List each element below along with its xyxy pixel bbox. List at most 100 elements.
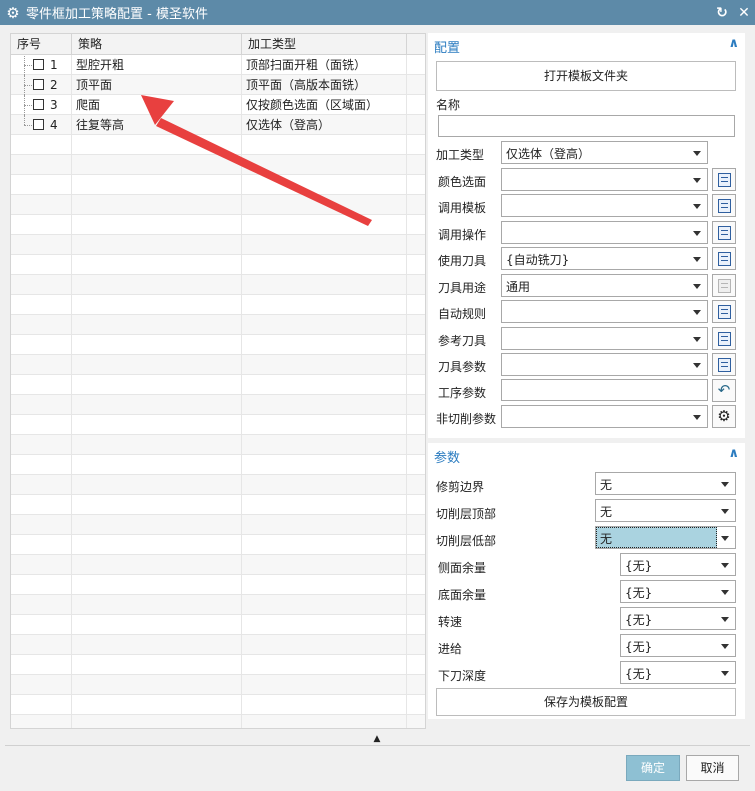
row-checkbox[interactable] [33, 119, 44, 130]
pick-arrow-icon: ↶ [717, 381, 731, 399]
list-button[interactable] [712, 194, 736, 217]
config-section-title: 配置 [434, 41, 461, 56]
operation-parameter-input[interactable] [501, 379, 708, 401]
close-icon[interactable]: ✕ [733, 5, 755, 21]
machining-type-select[interactable]: 仅选体（登高） [501, 141, 708, 164]
pick-button[interactable]: ↶ [712, 379, 736, 402]
empty-row [11, 675, 425, 695]
params-section-header[interactable]: 参数 ∧ [428, 443, 745, 467]
select-value: {自动铣刀} [506, 253, 570, 267]
footer-divider [5, 745, 750, 746]
row-checkbox[interactable] [33, 59, 44, 70]
field-label: 刀具用途 [438, 281, 487, 295]
field-label: 使用刀具 [438, 254, 487, 268]
collapse-up-icon[interactable]: ▲ [371, 733, 383, 745]
column-header-strategy[interactable]: 策略 [72, 34, 242, 55]
field-label: 参考刀具 [438, 334, 487, 348]
row-strategy: 爬面 [72, 95, 242, 115]
empty-row [11, 275, 425, 295]
list-button[interactable] [712, 300, 736, 323]
row-type: 仅选体（登高） [242, 115, 407, 135]
non-cutting-parameter-select[interactable] [501, 405, 708, 428]
settings-button[interactable]: ⚙ [712, 405, 736, 428]
config-section-header[interactable]: 配置 ∧ [428, 33, 745, 57]
empty-row [11, 355, 425, 375]
empty-row [11, 215, 425, 235]
tree-row[interactable]: 4 往复等高 仅选体（登高） [11, 115, 425, 135]
empty-row [11, 595, 425, 615]
empty-row [11, 335, 425, 355]
field-label: 切削层低部 [436, 534, 497, 548]
field-label: 下刀深度 [438, 669, 487, 683]
cut-level-top-select[interactable]: 无 [595, 499, 736, 522]
select-value: {无} [625, 613, 653, 627]
chevron-down-icon [693, 337, 701, 342]
column-header-type[interactable]: 加工类型 [242, 34, 407, 55]
field-label: 切削层顶部 [436, 507, 497, 521]
select-value: 无 [600, 532, 613, 546]
chevron-down-icon [693, 284, 701, 289]
empty-row [11, 695, 425, 715]
tree-row[interactable]: 2 顶平面 顶平面（高版本面铣） [11, 75, 425, 95]
tree-row[interactable]: 1 型腔开粗 顶部扫面开粗（面铣） [11, 55, 425, 75]
empty-row [11, 295, 425, 315]
list-button[interactable] [712, 247, 736, 270]
field-label: 底面余量 [438, 588, 487, 602]
select-value: {无} [625, 559, 653, 573]
row-strategy: 往复等高 [72, 115, 242, 135]
row-index: 1 [50, 58, 58, 72]
field-label: 修剪边界 [436, 480, 485, 494]
row-checkbox[interactable] [33, 99, 44, 110]
empty-row [11, 655, 425, 675]
color-face-select[interactable] [501, 168, 708, 191]
row-index: 2 [50, 78, 58, 92]
empty-row [11, 635, 425, 655]
call-template-select[interactable] [501, 194, 708, 217]
field-label: 调用模板 [438, 201, 487, 215]
plunge-depth-select[interactable]: {无} [620, 661, 736, 684]
call-operation-select[interactable] [501, 221, 708, 244]
open-template-folder-button[interactable]: 打开模板文件夹 [436, 61, 736, 91]
spindle-speed-select[interactable]: {无} [620, 607, 736, 630]
use-tool-select[interactable]: {自动铣刀} [501, 247, 708, 270]
auto-rule-select[interactable] [501, 300, 708, 323]
row-checkbox[interactable] [33, 79, 44, 90]
reset-icon[interactable]: ↻ [711, 5, 733, 21]
tree-row[interactable]: 3 爬面 仅按颜色选面（区域面） [11, 95, 425, 115]
name-input[interactable] [438, 115, 735, 137]
cancel-button[interactable]: 取消 [686, 755, 739, 781]
chevron-down-icon [721, 509, 729, 514]
field-label: 进给 [438, 642, 463, 656]
empty-row [11, 315, 425, 335]
row-type: 顶部扫面开粗（面铣） [242, 55, 407, 75]
tool-usage-select[interactable]: 通用 [501, 274, 708, 297]
list-button[interactable] [712, 327, 736, 350]
chevron-up-icon[interactable]: ∧ [728, 446, 739, 461]
list-button[interactable] [712, 353, 736, 376]
feed-rate-select[interactable]: {无} [620, 634, 736, 657]
trim-boundary-select[interactable]: 无 [595, 472, 736, 495]
list-icon [718, 279, 731, 293]
field-label: 侧面余量 [438, 561, 487, 575]
side-stock-select[interactable]: {无} [620, 553, 736, 576]
reference-tool-select[interactable] [501, 327, 708, 350]
empty-row [11, 195, 425, 215]
ok-button[interactable]: 确定 [626, 755, 680, 781]
row-type: 顶平面（高版本面铣） [242, 75, 407, 95]
empty-row [11, 615, 425, 635]
chevron-up-icon[interactable]: ∧ [728, 36, 739, 51]
floor-stock-select[interactable]: {无} [620, 580, 736, 603]
chevron-down-icon [721, 482, 729, 487]
field-label: 加工类型 [436, 148, 485, 162]
chevron-down-icon [693, 231, 701, 236]
list-button[interactable] [712, 221, 736, 244]
save-template-config-button[interactable]: 保存为模板配置 [436, 688, 736, 716]
list-button[interactable] [712, 168, 736, 191]
chevron-down-icon [693, 178, 701, 183]
cut-level-bottom-select[interactable]: 无 [595, 526, 736, 549]
column-header-index[interactable]: 序号 [11, 34, 72, 55]
empty-row [11, 715, 425, 728]
list-icon [718, 173, 731, 187]
select-value: 仅选体（登高） [506, 147, 591, 161]
tool-parameter-select[interactable] [501, 353, 708, 376]
